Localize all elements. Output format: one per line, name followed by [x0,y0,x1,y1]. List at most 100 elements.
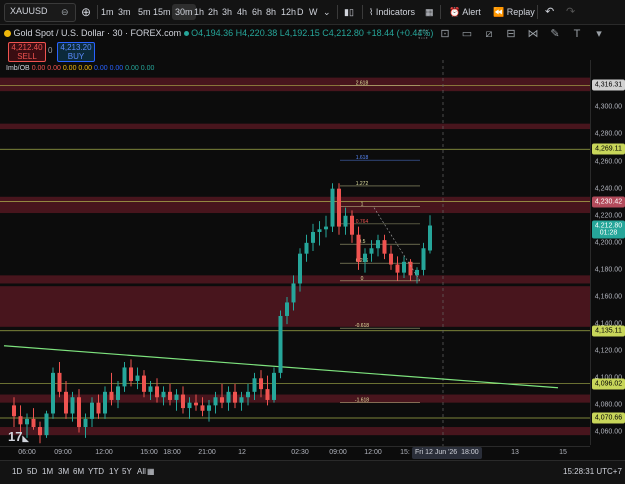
alert-button[interactable]: ⏰ Alert [449,4,481,20]
fib-level-label: -0.618 [355,323,369,329]
candle-body [285,302,289,316]
divider [362,5,363,19]
measure-icon[interactable]: ⊟ [504,27,518,41]
divider [97,5,98,19]
pattern-icon[interactable]: ⋈ [526,27,540,41]
interval-2h[interactable]: 2h [208,4,218,20]
buy-price: 4,213.20 [60,43,92,52]
crop-icon[interactable]: ⊡ [438,27,452,41]
redo-icon[interactable]: ↷ [566,4,575,20]
order-block-zone [0,394,590,403]
candle-body [161,391,166,398]
interval-30m[interactable]: 30m [172,4,196,20]
price-tick: 4,200.00 [594,239,622,247]
candle-body [428,225,432,251]
date-range-icon[interactable]: ▦ [147,467,155,476]
range-YTD[interactable]: YTD [88,467,104,476]
candle-body [272,372,276,400]
range-3M[interactable]: 3M [58,467,69,476]
indicators-button[interactable]: ⌇ Indicators [369,4,415,20]
spread-value: 0 [48,46,53,55]
interval-1m[interactable]: 1m [101,4,114,20]
top-toolbar: XAUUSD ⊖ ⊕ 1m 3m 5m 15m 30m 1h 2h 3h 4h 6h 8h 12h D W… [0,0,625,25]
candle-body [103,391,107,414]
candle-body [220,397,224,403]
tradingview-logo[interactable]: 17◣ [8,429,29,444]
candle-body [291,283,296,303]
candle-body [51,372,55,414]
legend-open: O4,194.36 [191,28,234,38]
crosshair-time-label: Fri 12 Jun '26 18:00 [412,447,482,459]
candle-body [25,418,29,425]
interval-5m[interactable]: 5m [138,4,151,20]
candle-body [239,397,244,403]
price-tick: 4,300.00 [594,103,622,111]
templates-icon[interactable]: ▦ [425,4,434,20]
candle-body [337,188,341,227]
crosshair-date: Fri 12 Jun '26 [415,449,458,456]
candle-body [311,232,315,243]
legend-title: Gold Spot / U.S. Dollar · 30 · FOREX.com [13,28,182,38]
interval-D[interactable]: D [297,4,304,20]
time-tick: 09:00 [329,449,347,456]
candle-body [246,391,250,398]
undo-icon[interactable]: ↶ [545,4,554,20]
interval-15m[interactable]: 15m [153,4,171,20]
range-5D[interactable]: 5D [27,467,37,476]
range-1M[interactable]: 1M [42,467,53,476]
price-label: 4,269.11 [592,143,625,155]
sell-button[interactable]: 4,212.40 SELL [8,42,46,62]
select-rectangle-icon[interactable]: ⬚ [416,27,430,41]
candle-body [142,375,146,392]
time-axis[interactable]: 06:00 09:00 12:00 15:00 18:00 21:00 12 02:30 09:… [0,446,590,461]
fib-level-label: 1.272 [356,181,369,187]
interval-more-icon[interactable]: ⌄ [323,4,331,20]
crosshair-time: 18:00 [461,449,479,456]
more-tools-icon[interactable]: ▾ [592,27,606,41]
candle-body [421,248,426,270]
interval-4h[interactable]: 4h [237,4,247,20]
candle-body [70,397,75,414]
replay-button[interactable]: ⏪ Replay [493,4,535,20]
interval-W[interactable]: W [309,4,318,20]
brush-icon[interactable]: ✎ [548,27,562,41]
range-All[interactable]: All [137,467,146,476]
range-5Y[interactable]: 5Y [122,467,132,476]
chart-type-icon[interactable]: ▮▯ [344,4,354,20]
price-axis[interactable]: 4,300.00 4,280.00 4,260.00 4,240.00 4,220.00… [590,60,625,445]
interval-1h[interactable]: 1h [194,4,204,20]
time-tick: 12:00 [95,449,113,456]
time-tick: 15:00 [140,449,158,456]
rectangle-icon[interactable]: ▭ [460,27,474,41]
range-1D[interactable]: 1D [12,467,22,476]
candle-body [343,215,348,227]
fib-level-label: 1.618 [356,155,369,161]
compare-icon[interactable]: ⊖ [61,4,69,20]
add-symbol-icon[interactable]: ⊕ [81,4,91,20]
candle-body [207,405,211,411]
candle-body [64,391,68,414]
range-1Y[interactable]: 1Y [109,467,119,476]
fib-level-label: 2.618 [356,80,369,86]
interval-8h[interactable]: 8h [266,4,276,20]
text-icon[interactable]: T [570,27,584,41]
range-6M[interactable]: 6M [73,467,84,476]
order-block-zone [0,196,590,214]
candle-body [38,427,42,436]
candle-body [129,367,133,381]
price-tick: 4,180.00 [594,266,622,274]
order-block-zone [0,77,590,92]
buy-button[interactable]: 4,213.20 BUY [57,42,95,62]
candle-body [226,391,231,403]
interval-6h[interactable]: 6h [252,4,262,20]
candle-body [77,397,81,428]
interval-12h[interactable]: 12h [281,4,296,20]
candle-body [31,418,36,428]
parallel-channel-icon[interactable]: ⧄ [482,27,496,41]
interval-3m[interactable]: 3m [118,4,131,20]
price-label: 4,316.31 [592,79,625,91]
chart-plot[interactable]: 2.6181.6181.27210.7640.50.2360-0.618-1.6… [0,60,590,446]
interval-3h[interactable]: 3h [222,4,232,20]
symbol-name: XAUUSD [10,6,48,16]
price-tick: 4,260.00 [594,158,622,166]
